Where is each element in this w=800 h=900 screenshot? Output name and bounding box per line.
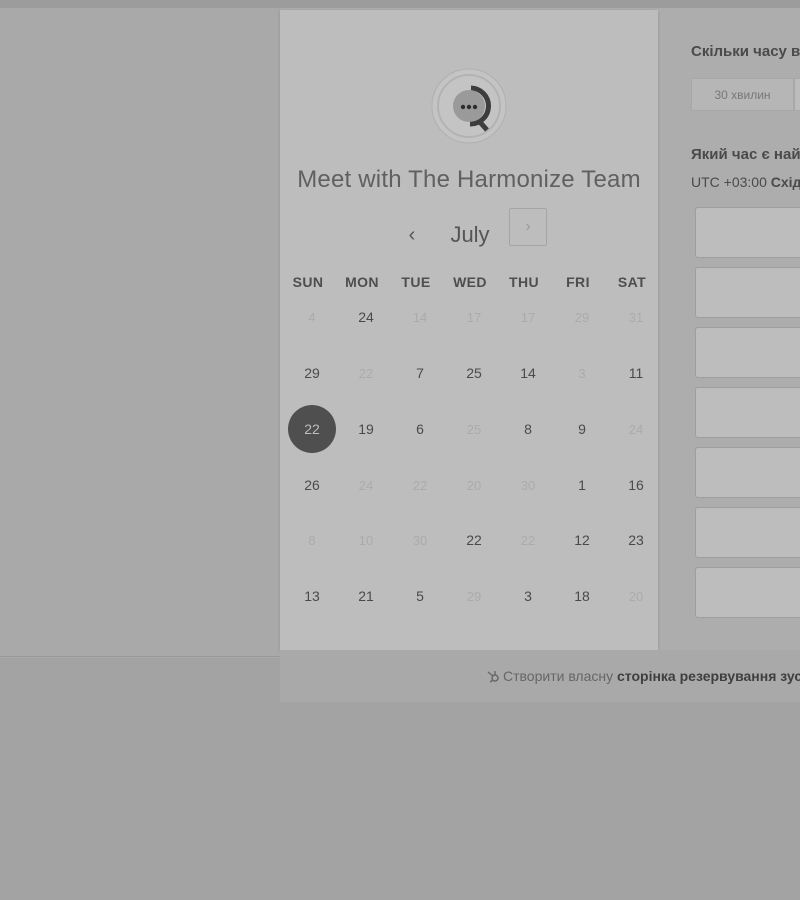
calendar-day[interactable]: 23 bbox=[612, 516, 660, 564]
duration-option-button-2[interactable] bbox=[794, 78, 800, 111]
footer: Створити власну сторінка резервування зу… bbox=[280, 650, 800, 702]
timezone-offset: UTC +03:00 bbox=[691, 174, 767, 190]
time-slot-button[interactable] bbox=[695, 447, 800, 498]
calendar-day: 29 bbox=[574, 309, 590, 325]
duration-heading: Скільки часу в bbox=[691, 43, 800, 60]
calendar-day[interactable]: 3 bbox=[504, 572, 552, 620]
timezone-selector[interactable]: UTC +03:00 Схід bbox=[691, 174, 800, 190]
calendar-day[interactable]: 24 bbox=[342, 293, 390, 341]
calendar-day: 17 bbox=[520, 309, 536, 325]
time-slot-button[interactable] bbox=[695, 207, 800, 258]
calendar-day[interactable]: 14 bbox=[504, 349, 552, 397]
left-backdrop bbox=[0, 8, 280, 658]
calendar-day[interactable]: 21 bbox=[342, 572, 390, 620]
time-slot-button[interactable] bbox=[695, 387, 800, 438]
footer-link[interactable]: сторінка резервування зустр bbox=[617, 668, 800, 684]
top-strip bbox=[0, 0, 800, 8]
calendar-grid: 4 24 14 17 17 29 31 29 22 7 25 14 3 11 22 19 6 25 8 9 24 26 24… bbox=[280, 10, 658, 650]
calendar-day: 20 bbox=[628, 588, 644, 604]
time-slot-button[interactable] bbox=[695, 267, 800, 318]
footer-text: Створити власну сторінка резервування зу… bbox=[486, 668, 800, 684]
calendar-day: 30 bbox=[520, 477, 536, 493]
hubspot-sprocket-icon bbox=[487, 671, 499, 683]
calendar-day[interactable]: 5 bbox=[396, 572, 444, 620]
calendar-day[interactable]: 6 bbox=[396, 405, 444, 453]
calendar-day[interactable]: 16 bbox=[612, 461, 660, 509]
calendar-day: 25 bbox=[466, 421, 482, 437]
calendar-day[interactable]: 18 bbox=[558, 572, 606, 620]
calendar-day[interactable]: 12 bbox=[558, 516, 606, 564]
calendar-day: 31 bbox=[628, 309, 644, 325]
calendar-day: 17 bbox=[466, 309, 482, 325]
calendar-day: 20 bbox=[466, 477, 482, 493]
calendar-day: 24 bbox=[358, 477, 374, 493]
calendar-day[interactable]: 29 bbox=[288, 349, 336, 397]
calendar-day[interactable]: 26 bbox=[288, 461, 336, 509]
calendar-day[interactable]: 9 bbox=[558, 405, 606, 453]
timezone-name: Схід bbox=[770, 174, 800, 190]
calendar-day: 3 bbox=[578, 365, 586, 381]
calendar-day: 8 bbox=[308, 532, 316, 548]
calendar-day: 14 bbox=[412, 309, 428, 325]
calendar-day: 22 bbox=[520, 532, 536, 548]
calendar-panel: Meet with The Harmonize Team ‹ July › SU… bbox=[280, 10, 658, 650]
time-selection-panel: Скільки часу в 30 хвилин Який час є най … bbox=[658, 10, 800, 650]
calendar-day: 30 bbox=[412, 532, 428, 548]
time-slot-button[interactable] bbox=[695, 507, 800, 558]
calendar-day[interactable]: 8 bbox=[504, 405, 552, 453]
calendar-day[interactable]: 19 bbox=[342, 405, 390, 453]
calendar-day: 24 bbox=[628, 421, 644, 437]
calendar-day: 29 bbox=[466, 588, 482, 604]
duration-option-button[interactable]: 30 хвилин bbox=[691, 78, 794, 111]
calendar-day: 22 bbox=[412, 477, 428, 493]
calendar-day: 4 bbox=[308, 309, 316, 325]
time-slot-button[interactable] bbox=[695, 567, 800, 618]
calendar-day[interactable]: 1 bbox=[558, 461, 606, 509]
calendar-day: 10 bbox=[358, 532, 374, 548]
calendar-day[interactable]: 25 bbox=[450, 349, 498, 397]
time-heading: Який час є най bbox=[691, 146, 800, 163]
calendar-day[interactable]: 22 bbox=[450, 516, 498, 564]
calendar-day[interactable]: 11 bbox=[612, 349, 660, 397]
footer-prefix: Створити власну bbox=[503, 668, 614, 684]
calendar-day[interactable]: 13 bbox=[288, 572, 336, 620]
calendar-day-selected[interactable]: 22 bbox=[288, 405, 336, 453]
calendar-day[interactable]: 7 bbox=[396, 349, 444, 397]
time-slot-button[interactable] bbox=[695, 327, 800, 378]
calendar-day: 22 bbox=[358, 365, 374, 381]
